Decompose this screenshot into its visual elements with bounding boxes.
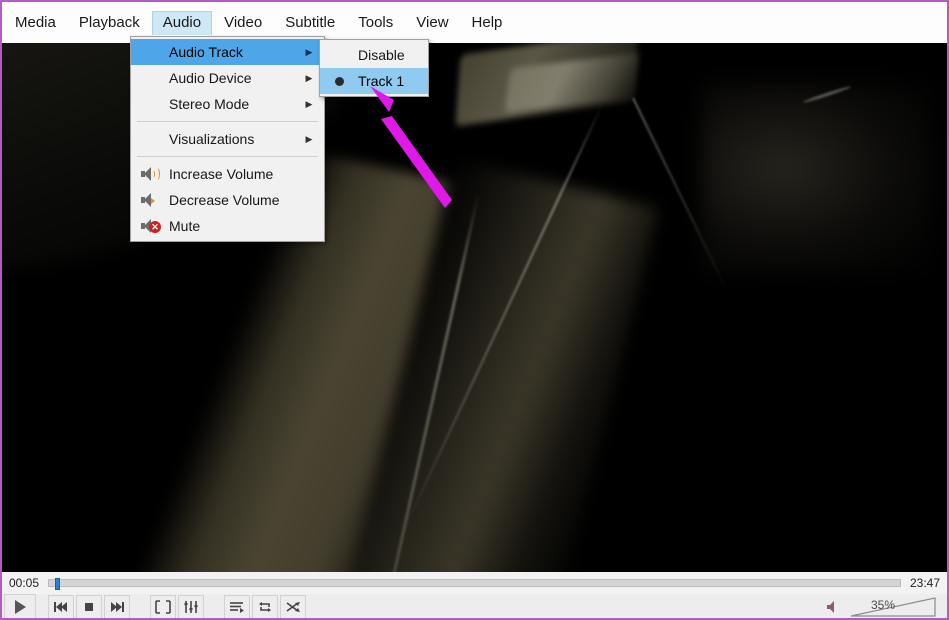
video-shape-right [702,83,932,273]
menu-item-label: Mute [169,218,201,234]
menu-item-mute[interactable]: ✕ Mute [131,213,324,239]
chevron-right-icon: ▶ [305,98,313,109]
stop-button[interactable] [76,595,102,618]
menu-video[interactable]: Video [213,11,273,35]
shuffle-button[interactable] [280,595,306,618]
previous-button[interactable] [48,595,74,618]
playlist-button[interactable] [224,595,250,618]
menu-item-label: Stereo Mode [169,96,250,112]
equalizer-button[interactable] [178,595,204,618]
menu-item-decrease-volume[interactable]: Decrease Volume [131,187,324,213]
menu-item-visualizations[interactable]: Visualizations ▶ [131,126,324,152]
menu-item-label: Increase Volume [169,166,274,182]
chevron-right-icon: ▶ [305,133,313,144]
menu-tools[interactable]: Tools [347,11,404,35]
menu-item-label: Decrease Volume [169,192,280,208]
menu-subtitle[interactable]: Subtitle [274,11,346,35]
speaker-mute-icon: ✕ [131,218,169,234]
menu-separator [137,156,318,157]
speaker-icon[interactable] [825,599,843,615]
stop-icon [85,603,93,611]
video-object-ledge [455,43,639,127]
menu-item-audio-track[interactable]: Audio Track ▶ [131,39,324,65]
menu-playback[interactable]: Playback [68,11,151,35]
video-object-ledge-highlight [504,52,640,114]
seek-handle[interactable] [55,578,60,590]
video-band-secondary [305,157,659,572]
speaker-down-icon [131,192,169,208]
vlc-window: Media Playback Audio Video Subtitle Tool… [0,0,949,620]
volume-percent-label: 35% [871,598,896,612]
controls-bar: 35% [2,594,947,618]
menu-item-stereo-mode[interactable]: Stereo Mode ▶ [131,91,324,117]
total-duration: 23:47 [909,576,941,590]
radio-selected-icon [320,76,358,86]
chevron-right-icon: ▶ [305,72,313,83]
video-object-stalk [632,97,726,288]
submenu-item-label: Disable [358,47,405,63]
menu-view[interactable]: View [405,11,459,35]
menu-separator [137,121,318,122]
speaker-up-icon [131,166,169,182]
shuffle-icon [286,602,300,612]
fullscreen-button[interactable] [150,595,176,618]
audio-track-submenu: Disable Track 1 [319,39,429,97]
timeline-bar: 00:05 23:47 [2,572,947,594]
video-glint [802,85,852,104]
loop-icon [259,602,271,612]
menu-item-audio-device[interactable]: Audio Device ▶ [131,65,324,91]
play-button[interactable] [4,594,36,618]
seek-slider[interactable] [48,578,901,590]
loop-button[interactable] [252,595,278,618]
play-icon [15,600,26,614]
menu-item-label: Audio Track [169,44,243,60]
fullscreen-icon [155,600,171,614]
previous-icon [54,602,67,612]
volume-slider[interactable]: 35% [847,596,939,618]
video-highlight-line-1 [364,192,480,572]
next-button[interactable] [104,595,130,618]
submenu-item-disable[interactable]: Disable [320,42,428,68]
equalizer-icon [184,601,198,613]
menu-help[interactable]: Help [461,11,514,35]
submenu-item-label: Track 1 [358,73,405,89]
playlist-icon [230,602,244,613]
menu-item-increase-volume[interactable]: Increase Volume [131,161,324,187]
menu-audio[interactable]: Audio [151,10,213,35]
elapsed-time: 00:05 [8,576,40,590]
menu-item-label: Audio Device [169,70,252,86]
audio-dropdown-menu: Audio Track ▶ Audio Device ▶ Stereo Mode… [130,36,325,242]
menu-media[interactable]: Media [4,11,67,35]
volume-control[interactable]: 35% [825,594,947,618]
submenu-item-track-1[interactable]: Track 1 [320,68,428,94]
chevron-right-icon: ▶ [305,46,313,57]
menu-item-label: Visualizations [169,131,255,147]
video-highlight-line-2 [403,102,604,530]
next-icon [111,602,124,612]
